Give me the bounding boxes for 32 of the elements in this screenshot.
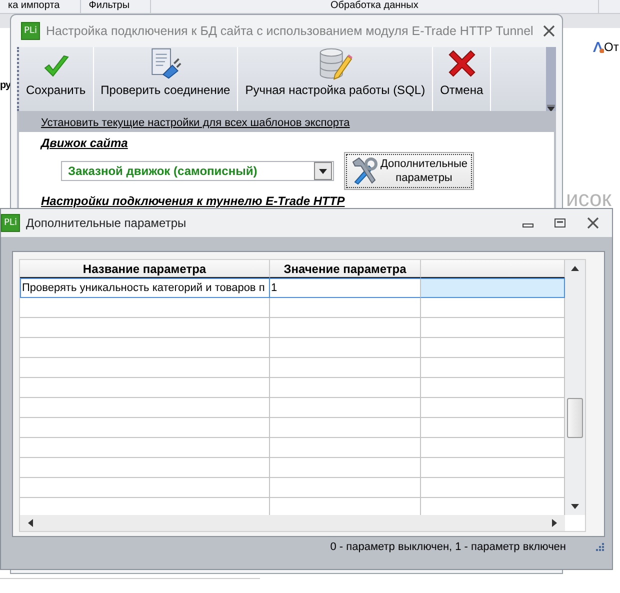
status-text: 0 - параметр выключен, 1 - параметр включен <box>330 541 566 553</box>
scroll-left-arrow-icon <box>28 519 33 527</box>
app-logo: PLi <box>21 22 40 40</box>
font-icon <box>592 41 604 53</box>
dropdown-arrow-icon <box>319 168 327 174</box>
extra-params-button[interactable]: Дополнительные параметры <box>344 152 474 190</box>
overflow-arrow-icon <box>547 105 555 111</box>
app-logo: PLi <box>1 214 20 232</box>
table-cell: 1 <box>270 278 421 298</box>
close-icon <box>542 25 556 37</box>
scrollbar-thumb[interactable] <box>567 398 583 438</box>
section-heading: Движок сайта <box>41 136 129 150</box>
scroll-down-arrow-icon <box>571 504 579 509</box>
window-title: Настройка подключения к БД сайта с использованием модуля E-Trade HTTP Tunnel <box>46 24 534 38</box>
column-header[interactable]: Значение параметра <box>270 260 421 278</box>
section-heading: Настройки подключения к туннелю E-Trade HTTP <box>41 194 346 208</box>
maximize-icon <box>554 218 566 228</box>
column-header[interactable]: Название параметра <box>20 260 270 278</box>
scroll-right-arrow-icon <box>552 519 557 527</box>
close-icon <box>586 217 600 229</box>
resize-grip-icon <box>596 543 604 551</box>
toolbar-link[interactable]: От <box>604 40 619 54</box>
tab-label[interactable]: Обработка данных <box>150 0 600 13</box>
window-title: Дополнительные параметры <box>26 216 188 230</box>
table-cell: Проверять уникальность категорий и товаров п <box>20 278 270 298</box>
scroll-up-arrow-icon <box>571 266 579 271</box>
tab-label[interactable]: ка импорта <box>0 0 81 13</box>
apply-all-link[interactable]: Установить текущие настройки для всех шаблонов экспорта <box>19 117 554 129</box>
text-label: ру <box>0 80 11 91</box>
engine-dropdown[interactable]: Заказной движок (самописный) <box>61 161 334 181</box>
tab-label[interactable]: Фильтры <box>80 0 151 13</box>
heading-text: исок <box>566 186 612 212</box>
